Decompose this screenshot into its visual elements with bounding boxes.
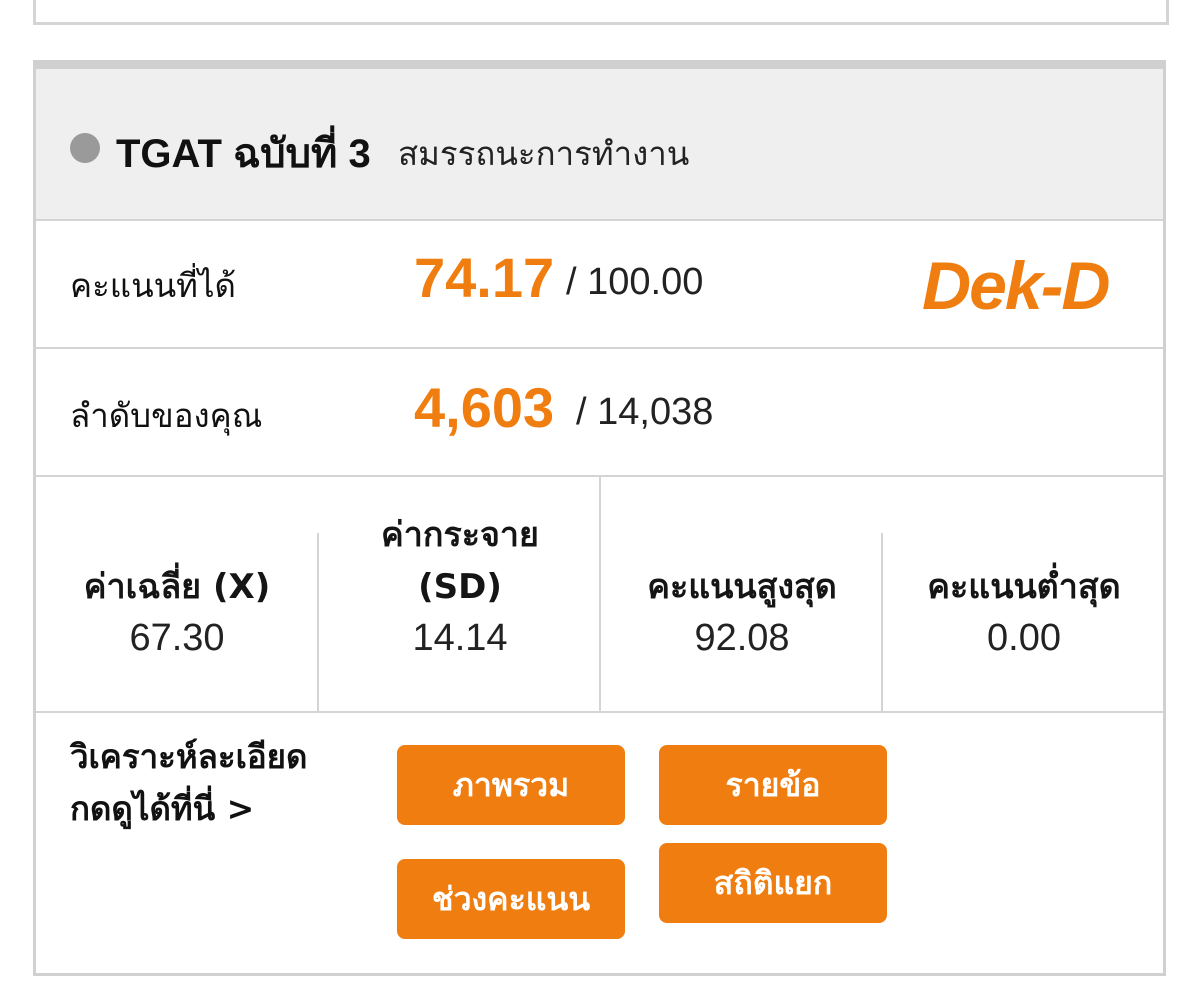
rank-row: ลำดับของคุณ 4,603 / 14,038 (36, 349, 1163, 477)
score-value: 74.17 (414, 246, 555, 309)
exam-subtitle: สมรรถนะการทำงาน (398, 134, 690, 173)
score-total: / 100.00 (566, 261, 704, 303)
stat-sd-value: 14.14 (412, 617, 508, 659)
stat-max-label: คะแนนสูงสุด (647, 567, 837, 607)
score-range-button[interactable]: ช่วงคะแนน (397, 859, 625, 939)
stat-sd-label-line2: (SD) (418, 567, 502, 607)
stat-min-label: คะแนนต่ำสุด (927, 567, 1121, 607)
rank-total: / 14,038 (576, 391, 714, 433)
analysis-prompt: วิเคราะห์ละเอียด กดดูได้ที่นี่ > (70, 731, 307, 835)
stat-min: คะแนนต่ำสุด 0.00 (883, 477, 1165, 711)
exam-title: TGAT ฉบับที่ 3 (116, 132, 371, 176)
score-row: คะแนนที่ได้ 74.17 / 100.00 Dek-D (36, 221, 1163, 349)
stat-mean-label: ค่าเฉลี่ย (X) (83, 567, 271, 607)
stat-sd: ค่ากระจาย (SD) 14.14 (319, 477, 601, 711)
previous-card (33, 0, 1169, 25)
by-item-button[interactable]: รายข้อ (659, 745, 887, 825)
bullet-icon (70, 133, 100, 163)
overview-button[interactable]: ภาพรวม (397, 745, 625, 825)
stat-max: คะแนนสูงสุด 92.08 (601, 477, 883, 711)
stat-mean-value: 67.30 (129, 617, 225, 659)
stat-sd-label-line1: ค่ากระจาย (381, 515, 539, 555)
stat-min-value: 0.00 (987, 617, 1061, 659)
score-card: TGAT ฉบับที่ 3 สมรรถนะการทำงาน คะแนนที่ไ… (33, 60, 1166, 976)
stats-breakdown-button[interactable]: สถิติแยก (659, 843, 887, 923)
stat-mean: ค่าเฉลี่ย (X) 67.30 (36, 477, 318, 711)
analysis-line1: วิเคราะห์ละเอียด (70, 737, 308, 776)
rank-value: 4,603 (414, 376, 555, 439)
score-label: คะแนนที่ได้ (70, 266, 236, 305)
stats-row: ค่าเฉลี่ย (X) 67.30 ค่ากระจาย (SD) 14.14… (36, 477, 1163, 713)
dek-d-logo: Dek-D (922, 248, 1110, 324)
rank-label: ลำดับของคุณ (70, 396, 263, 435)
card-header: TGAT ฉบับที่ 3 สมรรถนะการทำงาน (36, 63, 1163, 221)
analysis-line2: กดดูได้ที่นี่ > (70, 789, 255, 828)
stat-max-value: 92.08 (694, 617, 790, 659)
